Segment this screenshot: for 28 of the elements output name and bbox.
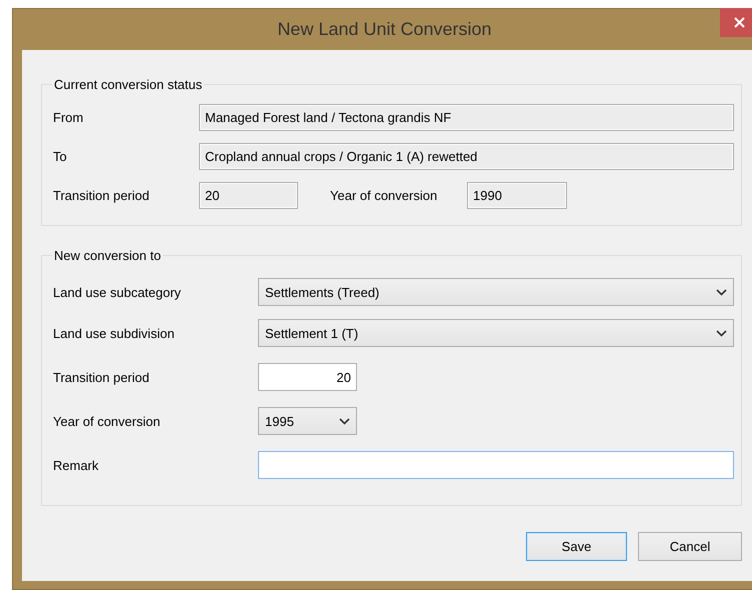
dropdown[interactable]: Settlements (Treed)	[258, 278, 734, 306]
to-field: Cropland annual crops / Organic 1 (A) rewetted	[199, 143, 734, 170]
chevron-down-icon	[716, 288, 727, 296]
chevron-down-icon	[716, 330, 727, 336]
input-field[interactable]	[258, 451, 734, 479]
year-field: 1990	[467, 182, 567, 209]
cancel-button[interactable]: Cancel	[638, 532, 742, 561]
field-label: Remark	[53, 458, 100, 472]
chevron-down-icon	[339, 418, 350, 424]
close-button[interactable]	[720, 8, 752, 37]
field-label: Transition period	[53, 188, 150, 203]
field-label: Year of conversion	[330, 188, 438, 203]
field-label: To	[53, 149, 68, 164]
field-label: Land use subcategory	[53, 284, 182, 300]
transition-period-field: 20	[199, 182, 298, 209]
field-label: From	[53, 110, 84, 125]
group-title: New conversion to	[53, 248, 162, 263]
dropdown[interactable]: Settlement 1 (T)	[258, 319, 734, 347]
from-field: Managed Forest land / Tectona grandis NF	[199, 104, 734, 131]
dropdown[interactable]: 1995	[258, 407, 357, 435]
field-label: Transition period	[53, 370, 150, 384]
field-label: Land use subdivision	[53, 326, 176, 340]
group-title: Current conversion status	[53, 77, 204, 92]
close-icon	[734, 17, 744, 28]
window-title: New Land Unit Conversion	[277, 19, 492, 40]
field-label: Year of conversion	[53, 414, 162, 428]
save-button[interactable]: Save	[526, 532, 627, 561]
input-field[interactable]: 20	[258, 363, 357, 391]
